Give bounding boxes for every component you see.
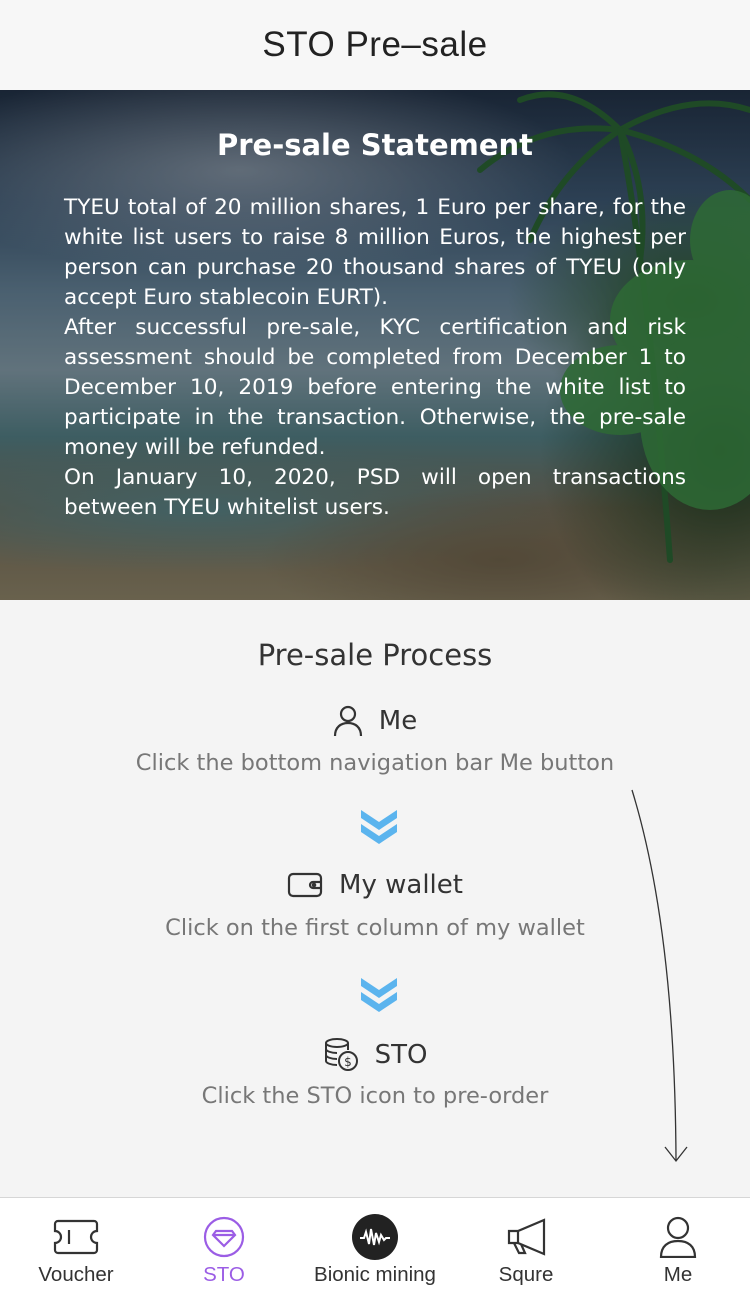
tab-label: Me xyxy=(663,1263,693,1286)
waveform-icon xyxy=(352,1214,398,1260)
step-label: STO xyxy=(374,1040,428,1070)
wallet-icon xyxy=(287,872,323,898)
sto-diamond-icon xyxy=(203,1216,245,1258)
megaphone-icon xyxy=(507,1218,546,1256)
tab-label: Voucher xyxy=(38,1263,114,1286)
ticket-icon xyxy=(53,1219,99,1255)
step-label: Me xyxy=(378,706,418,736)
process-title: Pre-sale Process xyxy=(257,638,493,672)
tab-bionic-mining[interactable]: Bionic mining xyxy=(305,1198,445,1296)
bottom-navigation-bar: Voucher STO Bionic mining Squre Me xyxy=(0,1197,750,1296)
tab-label: STO xyxy=(203,1263,245,1286)
step-label: My wallet xyxy=(339,870,463,900)
user-icon xyxy=(659,1216,697,1258)
statement-paragraph: After successful pre-sale, KYC certifica… xyxy=(64,315,686,460)
tab-label: Bionic mining xyxy=(314,1263,436,1286)
tab-voucher[interactable]: Voucher xyxy=(26,1198,126,1296)
svg-text:$: $ xyxy=(344,1055,352,1069)
statement-paragraph: TYEU total of 20 million shares, 1 Euro … xyxy=(64,195,686,310)
statement-title: Pre-sale Statement xyxy=(216,128,534,162)
scroll-down-arrow xyxy=(631,789,688,1163)
step-me: Me xyxy=(0,705,750,737)
tab-squre[interactable]: Squre xyxy=(476,1198,576,1296)
statement-body: TYEU total of 20 million shares, 1 Euro … xyxy=(64,193,686,523)
tab-me[interactable]: Me xyxy=(628,1198,728,1296)
chevron-down-icon xyxy=(361,978,397,1012)
tab-label: Squre xyxy=(498,1263,554,1286)
coins-icon: $ xyxy=(324,1038,358,1071)
tab-sto[interactable]: STO xyxy=(174,1198,274,1296)
step-description: Click the bottom navigation bar Me butto… xyxy=(135,750,615,776)
statement-paragraph: On January 10, 2020, PSD will open trans… xyxy=(64,465,686,520)
page-title: STO Pre–sale xyxy=(262,25,488,64)
page-header: STO Pre–sale xyxy=(0,0,750,90)
statement-banner: Pre-sale Statement TYEU total of 20 mill… xyxy=(0,90,750,600)
chevron-down-icon xyxy=(361,810,397,844)
user-icon xyxy=(333,705,362,737)
